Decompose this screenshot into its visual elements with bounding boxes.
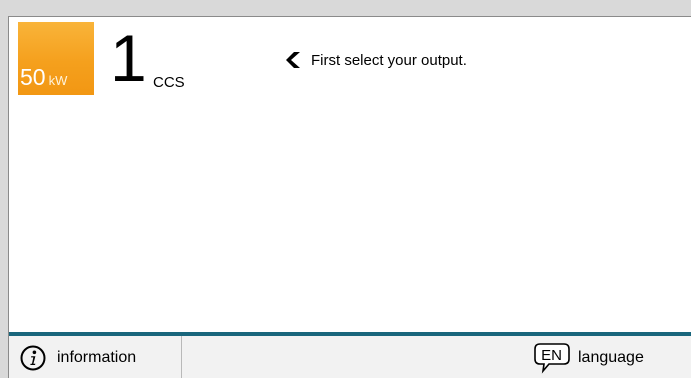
connector-type: CCS bbox=[153, 74, 185, 91]
power-output-button[interactable]: 50 kW bbox=[18, 22, 94, 95]
language-label: language bbox=[578, 348, 644, 366]
charger-screen: 50 kW 1 CCS First select your output. inf… bbox=[8, 16, 691, 378]
connector-number: 1 bbox=[110, 21, 147, 95]
language-code: EN bbox=[541, 346, 562, 364]
footer-bar: information EN language bbox=[9, 336, 691, 378]
language-button[interactable]: EN language bbox=[533, 336, 691, 378]
chevron-left-icon bbox=[286, 52, 300, 68]
power-value: 50 bbox=[20, 64, 46, 90]
hint-text: First select your output. bbox=[311, 51, 467, 69]
power-rating: 50 kW bbox=[20, 66, 67, 89]
selection-hint: First select your output. bbox=[286, 50, 467, 70]
info-icon bbox=[20, 345, 46, 370]
speech-bubble-icon: EN bbox=[533, 342, 573, 374]
information-button[interactable]: information bbox=[9, 336, 182, 378]
power-unit: kW bbox=[48, 73, 68, 88]
information-label: information bbox=[57, 348, 137, 366]
